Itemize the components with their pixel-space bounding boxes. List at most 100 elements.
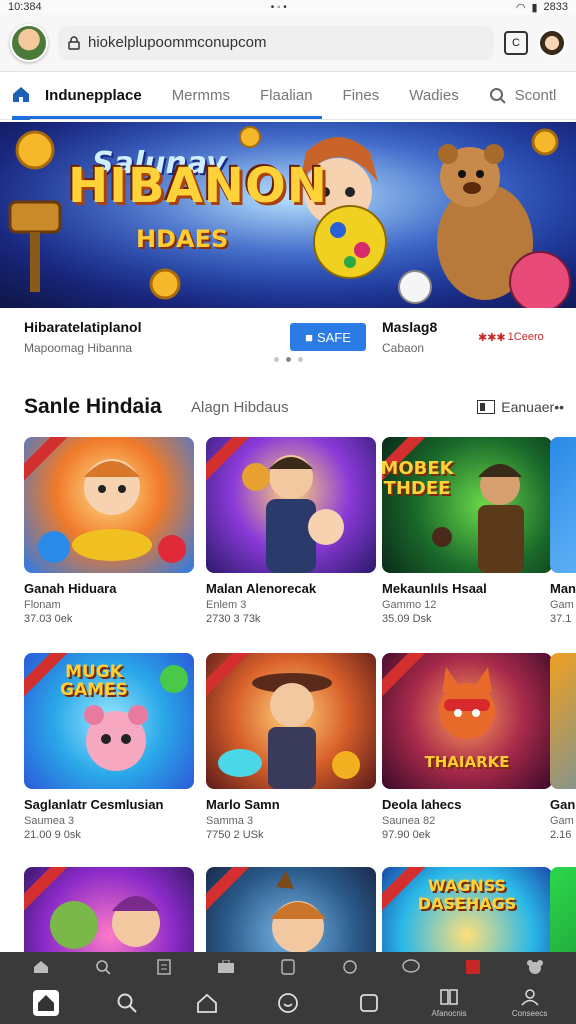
game-thumbnail[interactable] xyxy=(550,437,576,573)
nav-house[interactable] xyxy=(177,992,237,1014)
tab-mermms[interactable]: Mermms xyxy=(157,72,245,120)
game-meta: Gam xyxy=(550,815,574,827)
active-tab-indicator xyxy=(12,116,322,119)
coin-icon xyxy=(239,126,261,148)
game-card[interactable]: MUGK GAMES Saglanlatr Cesmlusian Saumea … xyxy=(24,653,194,841)
game-card[interactable]: MOBEK THDEE Mekaunlıls Hsaal Gammo 12 35… xyxy=(382,437,552,625)
game-card[interactable]: Man Gam 37.1 xyxy=(550,437,576,625)
star-rating-icon: ✱✱✱ xyxy=(478,331,506,344)
see-more-link[interactable]: Eanuaer•• xyxy=(477,399,564,415)
signal-icon: ▮ xyxy=(531,1,538,14)
notification-icon[interactable] xyxy=(464,958,482,976)
game-thumbnail[interactable]: MUGK GAMES xyxy=(24,653,194,789)
avatar[interactable] xyxy=(10,23,48,62)
home-icon xyxy=(33,990,60,1016)
coin-icon xyxy=(15,130,55,170)
game-name: Mekaunlıls Hsaal xyxy=(382,581,487,596)
status-right-time: 2833 xyxy=(543,1,568,13)
nav-account[interactable]: Conseecs xyxy=(500,988,560,1018)
game-meta: Gam xyxy=(550,599,574,611)
teddy-character-icon xyxy=(84,665,188,771)
carousel-dots xyxy=(0,357,576,362)
profile-menu-icon[interactable] xyxy=(538,28,566,57)
search-icon xyxy=(489,87,506,104)
carousel-dot[interactable] xyxy=(285,357,291,362)
game-thumbnail[interactable]: THAIARKE xyxy=(382,653,552,789)
search-label: Scontl xyxy=(514,87,557,104)
bottom-navigation: Afanocnis Conseecs xyxy=(0,952,576,1024)
circle-icon[interactable] xyxy=(341,958,359,976)
hero-subtitle: Mapoomag Hibanna xyxy=(24,341,133,355)
tab-switcher-button[interactable]: C xyxy=(504,30,528,55)
carousel-dot[interactable] xyxy=(273,357,279,362)
game-thumbnail[interactable] xyxy=(206,437,376,573)
game-card[interactable]: Ganah Hiduara Flonam 37.03 0ek xyxy=(24,437,194,625)
game-name: Malan Alenorecak xyxy=(206,581,317,596)
game-card[interactable]: THAIARKE Deola lahecs Saunea 82 97.90 0e… xyxy=(382,653,552,841)
game-meta: Saunea 82 xyxy=(382,815,436,827)
mascot-icon[interactable] xyxy=(526,958,544,976)
game-price: 2.16 xyxy=(550,829,572,841)
hero-title[interactable]: Hibaratelatiplanol xyxy=(24,319,290,335)
chat-icon[interactable] xyxy=(402,958,421,976)
nav-tabs[interactable] xyxy=(339,993,399,1013)
nav-account-label: Conseecs xyxy=(511,1009,548,1018)
square-icon xyxy=(359,994,378,1012)
game-grid: Ganah Hiduara Flonam 37.03 0ek Malan Ale… xyxy=(24,437,576,1003)
document-icon[interactable] xyxy=(155,958,173,976)
home-tab[interactable] xyxy=(12,72,30,120)
game-meta: Saumea 3 xyxy=(24,815,75,827)
game-name: Deola lahecs xyxy=(382,797,462,812)
tab-flaalian[interactable]: Flaalian xyxy=(245,72,328,120)
game-card[interactable]: Marlo Samn Samma 3 7750 2 USk xyxy=(206,653,376,841)
message-icon xyxy=(278,993,298,1013)
hero-side-title: Maslag8 xyxy=(382,319,438,335)
game-card[interactable]: Gan Gam 2.16 xyxy=(550,653,576,841)
game-price: 35.09 Dsk xyxy=(382,613,432,625)
page-icon[interactable] xyxy=(279,958,297,976)
game-price: 7750 2 USk xyxy=(206,829,264,841)
category-nav: Indunepplace Mermms Flaalian Fines Wadie… xyxy=(0,72,576,120)
toy-ball-icon xyxy=(509,251,571,308)
section-title: Sanle Hindaia xyxy=(24,395,162,418)
game-name: Man xyxy=(550,581,576,596)
adventurer-character-icon xyxy=(218,673,360,789)
search-tab[interactable]: Scontl xyxy=(474,72,572,120)
tab-fines[interactable]: Fines xyxy=(328,72,395,120)
nav-library[interactable]: Afanocnis xyxy=(419,988,479,1018)
status-time: 10:384 xyxy=(8,1,42,13)
hero-banner[interactable]: Salunay HIBANON HDAES xyxy=(0,122,576,308)
game-card[interactable]: Malan Alenorecak Enlem 3 2730 3 73k xyxy=(206,437,376,625)
home-shape-icon[interactable] xyxy=(32,958,50,976)
hero-artwork xyxy=(0,122,576,308)
rating-group: ✱✱✱ 1Ceero xyxy=(478,331,544,344)
carousel-dot[interactable] xyxy=(297,357,303,362)
url-bar[interactable]: hiokelplupoommconupcom xyxy=(58,25,494,60)
status-dots: • ◦ • xyxy=(270,1,287,13)
briefcase-icon[interactable] xyxy=(217,958,235,976)
game-name: Ganah Hiduara xyxy=(24,581,117,596)
tab-wadies[interactable]: Wadies xyxy=(394,72,473,120)
hero-banner-line2: HIBANON xyxy=(68,158,328,214)
rating-text: 1Ceero xyxy=(507,331,544,343)
nav-home[interactable] xyxy=(16,990,76,1016)
hero-get-button[interactable]: ■ SAFE xyxy=(290,323,366,351)
see-more-label: Eanuaer•• xyxy=(501,399,564,415)
game-name: Marlo Samn xyxy=(206,797,280,812)
toy-ball-icon xyxy=(398,270,432,304)
warrior-character-icon xyxy=(432,464,524,573)
game-thumbnail[interactable] xyxy=(24,437,194,573)
section-header: Sanle Hindaia Alagn Hibdaus Eanuaer•• xyxy=(24,392,564,422)
section-subtitle[interactable]: Alagn Hibdaus xyxy=(191,399,477,416)
hero-character-icon xyxy=(242,455,344,573)
kid-character-icon xyxy=(38,459,186,563)
nav-search[interactable] xyxy=(97,992,157,1014)
game-thumbnail[interactable] xyxy=(206,653,376,789)
search-icon[interactable] xyxy=(94,958,112,976)
tab-indunepplace[interactable]: Indunepplace xyxy=(30,72,157,120)
game-meta: Flonam xyxy=(24,599,61,611)
browser-bar: hiokelplupoommconupcom C xyxy=(0,14,576,72)
game-thumbnail[interactable] xyxy=(550,653,576,789)
nav-messages[interactable] xyxy=(258,992,318,1014)
game-thumbnail[interactable]: MOBEK THDEE xyxy=(382,437,552,573)
